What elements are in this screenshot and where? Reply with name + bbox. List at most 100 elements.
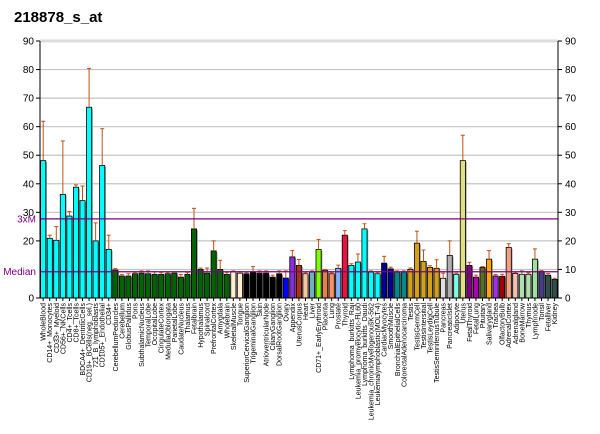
bar — [466, 265, 473, 299]
y-tick-label-right: 20 — [565, 236, 577, 247]
bar — [433, 267, 440, 299]
bar — [53, 239, 60, 299]
bar — [125, 275, 132, 299]
bar — [538, 271, 545, 299]
bar — [210, 250, 217, 299]
bar — [177, 276, 184, 299]
bar — [531, 258, 538, 299]
bar — [545, 274, 552, 299]
bar — [184, 273, 191, 299]
bar — [197, 269, 204, 299]
bar — [72, 186, 79, 299]
bar — [295, 265, 302, 299]
bar — [518, 273, 525, 299]
bar — [492, 275, 499, 299]
bar — [276, 273, 283, 299]
y-tick-label-left: 70 — [23, 94, 35, 105]
y-tick-label-right: 30 — [565, 208, 577, 219]
bar — [59, 193, 66, 299]
y-tick-label-right: 10 — [565, 265, 577, 276]
bar — [46, 237, 53, 299]
bar — [394, 271, 401, 299]
bar — [217, 269, 224, 299]
bar — [99, 165, 106, 299]
bar — [230, 271, 237, 299]
bar — [256, 272, 263, 299]
y-tick-label-left: 30 — [23, 208, 35, 219]
bar — [171, 272, 178, 299]
bar — [145, 273, 152, 299]
y-tick-label-right: 50 — [565, 151, 577, 162]
bar — [92, 240, 99, 299]
bar — [223, 273, 230, 299]
bar — [400, 271, 407, 299]
bar — [459, 160, 466, 299]
x-tick-labels: WholeBlood CD14+_Monocytes CD33+_Myeloid CD… — [41, 298, 559, 420]
bar — [158, 273, 165, 299]
y-tick-label-right: 60 — [565, 122, 577, 133]
bar — [269, 276, 276, 299]
bar — [250, 271, 256, 299]
bar — [263, 272, 270, 299]
x-tick-label: Kidney — [552, 303, 559, 325]
bar — [328, 273, 335, 299]
bar — [499, 275, 506, 299]
bar — [335, 267, 342, 299]
bar — [368, 271, 375, 299]
y-tick-label-left: 80 — [23, 65, 35, 76]
bar — [341, 234, 348, 299]
bar — [151, 273, 158, 299]
bar — [66, 215, 73, 299]
bar — [131, 273, 138, 299]
bar — [243, 273, 250, 299]
bar — [289, 256, 296, 299]
bar — [204, 272, 211, 299]
bar — [191, 228, 197, 299]
y-tick-label-left: 50 — [23, 151, 35, 162]
bar — [138, 272, 145, 299]
bar — [40, 160, 47, 299]
bar — [86, 106, 93, 299]
y-tick-label-left: 90 — [23, 37, 35, 48]
gridlines — [40, 39, 558, 271]
bar — [407, 269, 414, 299]
bar — [472, 276, 479, 299]
bar — [79, 200, 86, 299]
bar — [420, 261, 427, 299]
bar — [387, 268, 394, 299]
bar — [361, 228, 368, 299]
y-tick-label-right: 90 — [565, 37, 577, 48]
y-tick-label-left-zero: 0 — [28, 294, 34, 305]
y-tick-label-left: 40 — [23, 179, 35, 190]
expression-bar-chart: 218878_s_at Median3xM 010203040506070809… — [3, 9, 577, 420]
bar — [525, 273, 532, 299]
bar — [118, 275, 125, 299]
bar — [112, 269, 119, 299]
bar — [322, 269, 329, 299]
bar — [309, 271, 315, 299]
bar — [512, 273, 519, 299]
bar — [381, 262, 388, 299]
bar — [315, 249, 322, 299]
bar — [446, 255, 453, 299]
bar — [440, 277, 447, 299]
y-tick-label-right: 40 — [565, 179, 577, 190]
bar — [551, 279, 558, 299]
bar — [453, 273, 460, 299]
reference-label: Median — [3, 267, 36, 278]
bar — [164, 273, 171, 299]
y-tick-label-right: 80 — [565, 65, 577, 76]
bar — [236, 272, 243, 299]
bar — [282, 277, 289, 299]
bar — [348, 265, 355, 299]
y-tick-label-left: 60 — [23, 122, 35, 133]
chart-title: 218878_s_at — [14, 9, 102, 26]
y-tick-label-left: 20 — [23, 236, 35, 247]
y-tick-label-right: 0 — [565, 294, 571, 305]
bar — [374, 273, 381, 299]
bar — [302, 273, 309, 299]
y-tick-label-right: 70 — [565, 94, 577, 105]
bar — [105, 249, 112, 299]
bar — [354, 261, 361, 299]
bar — [413, 242, 420, 299]
